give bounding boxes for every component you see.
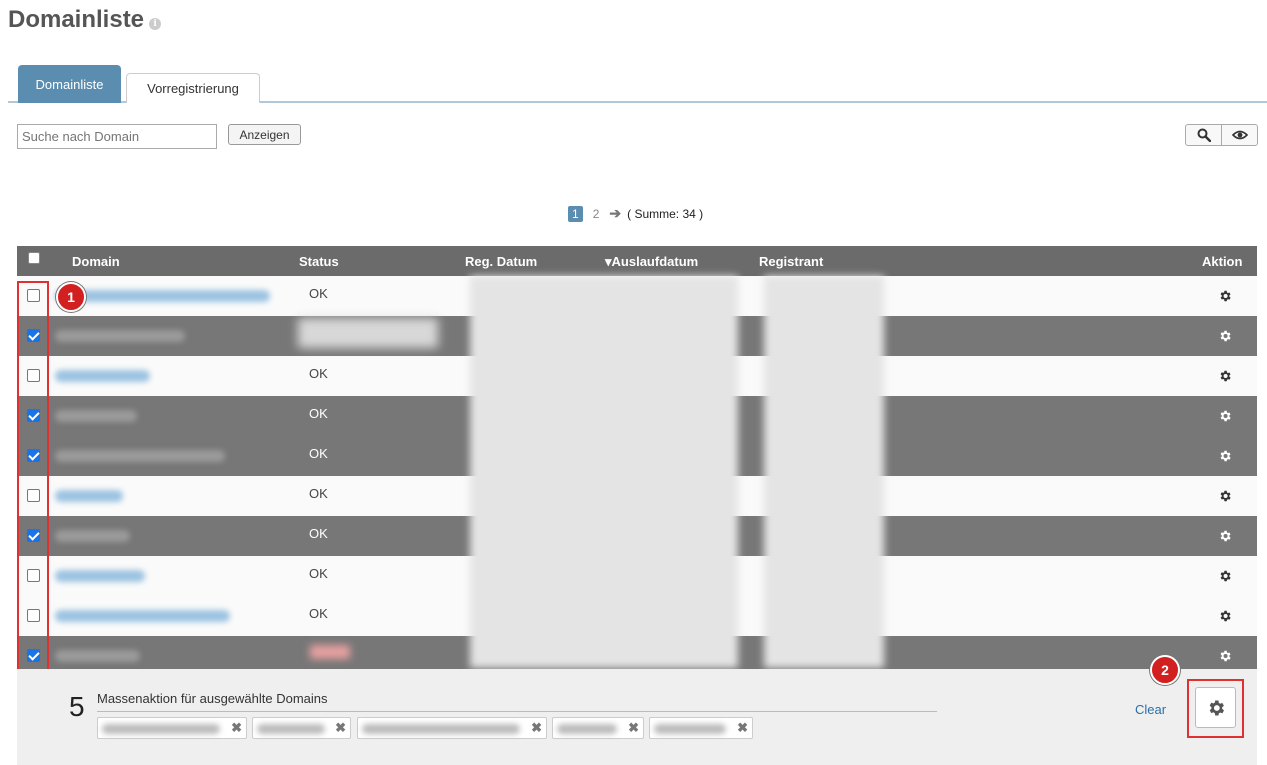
toolbar-group — [1185, 124, 1258, 146]
status-text: OK — [309, 446, 328, 461]
gear-icon — [1220, 410, 1231, 422]
gear-icon — [1220, 530, 1231, 542]
checkbox-column-highlight — [17, 281, 49, 674]
column-aktion: Aktion — [1202, 254, 1243, 269]
clear-link[interactable]: Clear — [1135, 702, 1166, 717]
search-button[interactable] — [1186, 125, 1221, 145]
status-text: OK — [309, 566, 328, 581]
gear-icon — [1220, 450, 1231, 462]
tab-bar: Domainliste Vorregistrierung — [8, 65, 1267, 103]
redacted-registrant — [764, 276, 884, 668]
remove-tag-icon[interactable]: ✖ — [231, 720, 242, 736]
row-action-button[interactable] — [1218, 329, 1232, 348]
divider — [97, 711, 937, 712]
redacted-dates — [470, 276, 738, 668]
pagination: 1 2 ➔ ( Summe: 34 ) — [568, 205, 703, 222]
info-icon[interactable]: i — [149, 18, 162, 30]
selected-count: 5 — [69, 691, 85, 722]
show-button[interactable]: Anzeigen — [228, 124, 301, 145]
select-all-checkbox[interactable] — [28, 252, 40, 264]
redacted-status — [298, 318, 438, 348]
search-icon — [1197, 128, 1211, 142]
page-current[interactable]: 1 — [568, 205, 583, 222]
remove-tag-icon[interactable]: ✖ — [531, 720, 542, 736]
tab-vorregistrierung[interactable]: Vorregistrierung — [126, 73, 260, 103]
row-action-button[interactable] — [1218, 409, 1232, 428]
column-registrant[interactable]: Registrant — [759, 254, 823, 269]
mass-action-panel: 5 Massenaktion für ausgewählte Domains ✖… — [17, 669, 1257, 765]
gear-icon — [1209, 700, 1224, 715]
domain-link[interactable] — [55, 330, 185, 342]
tag-text — [257, 724, 325, 734]
status-text: OK — [309, 606, 328, 621]
status-text: OK — [309, 406, 328, 421]
domain-link[interactable] — [55, 490, 123, 502]
domain-link[interactable] — [55, 290, 270, 302]
tag-text — [102, 724, 220, 734]
tag-text — [557, 724, 617, 734]
status-text: OK — [309, 486, 328, 501]
tag-text — [654, 724, 726, 734]
domain-link[interactable] — [55, 370, 150, 382]
row-action-button[interactable] — [1218, 569, 1232, 588]
callout-badge-2: 2 — [1150, 655, 1180, 685]
row-action-button[interactable] — [1218, 529, 1232, 548]
total-count: ( Summe: 34 ) — [627, 206, 704, 221]
selected-domain-tag: ✖ — [649, 717, 753, 739]
page-title-text: Domainliste — [8, 6, 145, 33]
column-auslaufdatum[interactable]: ▾Auslaufdatum — [605, 254, 698, 270]
column-domain[interactable]: Domain — [72, 254, 120, 269]
gear-icon — [1220, 370, 1231, 382]
gear-icon — [1220, 650, 1231, 662]
gear-icon — [1220, 490, 1231, 502]
column-reg-datum[interactable]: Reg. Datum — [465, 254, 537, 269]
domain-link[interactable] — [55, 610, 230, 622]
domain-link[interactable] — [55, 570, 145, 582]
eye-icon — [1231, 130, 1248, 140]
remove-tag-icon[interactable]: ✖ — [335, 720, 346, 736]
status-text: OK — [309, 526, 328, 541]
arrow-right-icon[interactable]: ➔ — [609, 205, 621, 222]
selected-domain-tag: ✖ — [252, 717, 351, 739]
row-action-button[interactable] — [1218, 289, 1232, 308]
tab-domainliste[interactable]: Domainliste — [18, 65, 121, 103]
domain-link[interactable] — [55, 530, 130, 542]
row-action-button[interactable] — [1218, 649, 1232, 668]
mass-action-label: Massenaktion für ausgewählte Domains — [97, 691, 328, 706]
mass-action-highlight — [1187, 679, 1244, 738]
row-action-button[interactable] — [1218, 489, 1232, 508]
column-status[interactable]: Status — [299, 254, 339, 269]
page-link-2[interactable]: 2 — [593, 207, 600, 221]
mass-action-button[interactable] — [1195, 687, 1236, 728]
page-title: Domainliste i — [8, 6, 162, 34]
remove-tag-icon[interactable]: ✖ — [628, 720, 639, 736]
domain-link[interactable] — [55, 450, 225, 462]
callout-badge-1: 1 — [56, 282, 86, 312]
gear-icon — [1220, 610, 1231, 622]
selected-domain-tag: ✖ — [357, 717, 547, 739]
tag-text — [362, 724, 520, 734]
status-text: OK — [309, 366, 328, 381]
column-auslaufdatum-label: Auslaufdatum — [611, 254, 699, 269]
selected-domain-tag: ✖ — [97, 717, 247, 739]
row-action-button[interactable] — [1218, 449, 1232, 468]
gear-icon — [1220, 330, 1231, 342]
status-text: OK — [309, 286, 328, 301]
domain-link[interactable] — [55, 650, 140, 662]
row-action-button[interactable] — [1218, 369, 1232, 388]
domain-link[interactable] — [55, 410, 137, 422]
selected-domain-tag: ✖ — [552, 717, 644, 739]
table-header: Domain Status Reg. Datum ▾Auslaufdatum R… — [17, 246, 1257, 276]
gear-icon — [1220, 290, 1231, 302]
gear-icon — [1220, 570, 1231, 582]
remove-tag-icon[interactable]: ✖ — [737, 720, 748, 736]
search-input[interactable] — [17, 124, 217, 149]
row-action-button[interactable] — [1218, 609, 1232, 628]
view-button[interactable] — [1221, 125, 1257, 145]
redacted-status-error — [310, 645, 350, 659]
